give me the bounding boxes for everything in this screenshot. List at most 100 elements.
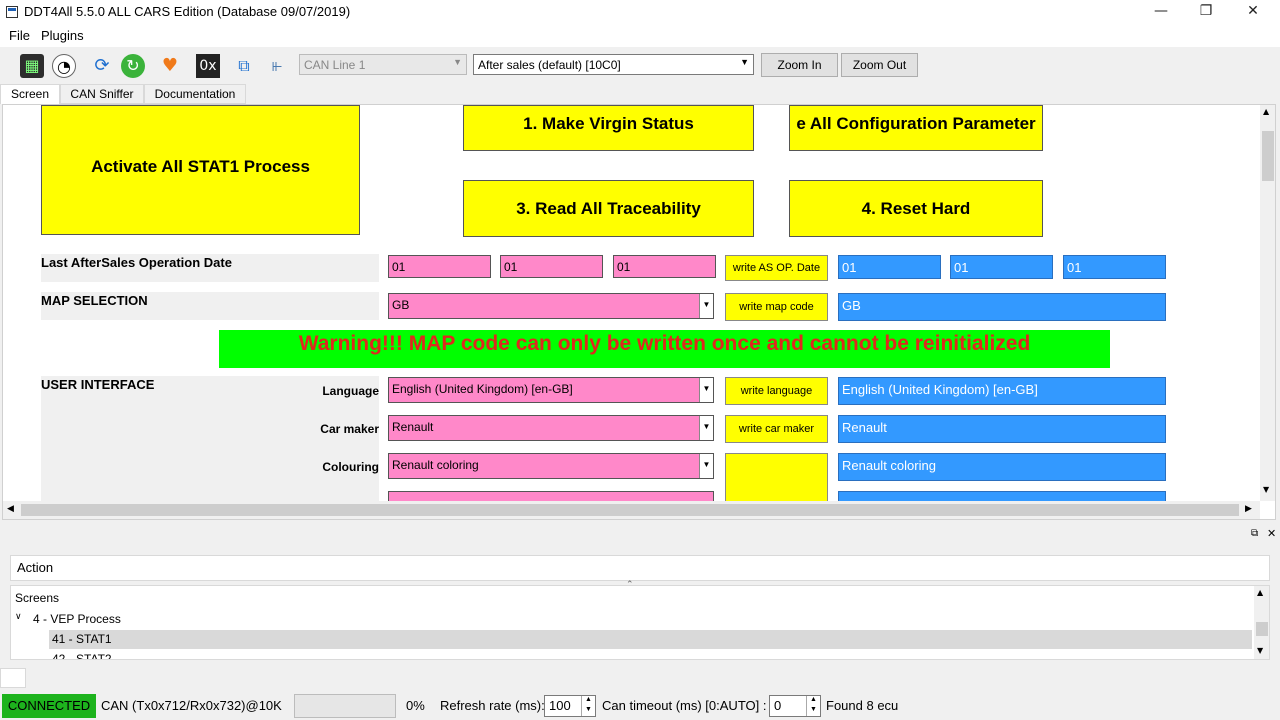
date-input-month[interactable]: 01	[500, 255, 603, 278]
date-input-year[interactable]: 01	[613, 255, 716, 278]
scroll-left-icon[interactable]: ◀	[7, 504, 14, 514]
app-icon	[6, 6, 18, 18]
scroll-up-icon[interactable]: ▲	[1263, 107, 1269, 116]
car-maker-label: Car maker	[320, 422, 379, 436]
write-colouring-button[interactable]	[725, 453, 828, 503]
dashboard-icon[interactable]: ◔	[52, 54, 76, 78]
session-select[interactable]: After sales (default) [10C0] ▼	[473, 54, 754, 75]
write-car-maker-button[interactable]: write car maker	[725, 415, 828, 443]
colouring-select-value: Renault coloring	[392, 458, 479, 472]
car-maker-display: Renault	[838, 415, 1166, 443]
make-virgin-button[interactable]: 1. Make Virgin Status	[463, 105, 754, 151]
can-timeout-label: Can timeout (ms) [0:AUTO] :	[602, 698, 767, 713]
refresh-rate-spinbox[interactable]: 100 ▲ ▼	[544, 695, 596, 717]
tab-can-sniffer[interactable]: CAN Sniffer	[60, 84, 144, 104]
can-line-value: CAN Line 1	[304, 58, 366, 72]
connection-status-badge: CONNECTED	[2, 694, 96, 718]
hex-icon[interactable]: 0x	[196, 54, 220, 78]
title-bar: DDT4All 5.5.0 ALL CARS Edition (Database…	[0, 0, 1280, 24]
session-value: After sales (default) [10C0]	[478, 58, 621, 72]
can-info: CAN (Tx0x712/Rx0x732)@10K	[101, 698, 282, 713]
chevron-down-icon: ▼	[699, 416, 713, 440]
spin-down-icon[interactable]: ▼	[806, 706, 820, 716]
colouring-display: Renault coloring	[838, 453, 1166, 481]
refresh-rate-label: Refresh rate (ms):	[440, 698, 545, 713]
refresh-icon[interactable]: ⟳	[90, 54, 114, 78]
tree-group[interactable]: 4 - VEP Process	[33, 612, 121, 626]
tree-item-label: 41 - STAT1	[52, 632, 112, 646]
zoom-in-button[interactable]: Zoom In	[761, 53, 838, 77]
progress-bar	[294, 694, 396, 718]
vertical-scrollbar[interactable]: ▲ ▼	[1260, 105, 1275, 501]
log-input-box[interactable]	[0, 668, 26, 688]
tree-scroll-thumb[interactable]	[1256, 622, 1268, 636]
pipe-icon[interactable]: ⫦	[265, 54, 289, 78]
language-display: English (United Kingdom) [en-GB]	[838, 377, 1166, 405]
colouring-label: Colouring	[322, 460, 379, 474]
dock-close-icon[interactable]: ✕	[1267, 527, 1276, 540]
chevron-down-icon: ▼	[699, 294, 713, 318]
tree-root: Screens	[15, 591, 60, 605]
map-code-value: GB	[392, 298, 410, 312]
write-date-button[interactable]: write AS OP. Date	[725, 255, 828, 281]
network-icon[interactable]: ⧉	[232, 54, 256, 78]
tree-item[interactable]: 42 - STAT2	[52, 652, 112, 659]
vertical-scroll-thumb[interactable]	[1262, 131, 1274, 181]
tab-documentation[interactable]: Documentation	[144, 84, 246, 104]
language-select[interactable]: English (United Kingdom) [en-GB] ▼	[388, 377, 714, 403]
float-icon[interactable]: ⧉	[1251, 528, 1258, 539]
spin-up-icon[interactable]: ▲	[581, 696, 595, 706]
close-button[interactable]: ✕	[1230, 0, 1276, 24]
car-maker-select[interactable]: Renault ▼	[388, 415, 714, 441]
scroll-down-icon[interactable]: ▼	[1263, 485, 1269, 494]
language-select-value: English (United Kingdom) [en-GB]	[392, 382, 573, 396]
sync-icon[interactable]: ↻	[121, 54, 145, 78]
map-selection-label: MAP SELECTION	[41, 292, 379, 320]
date-value-month: 01	[950, 255, 1053, 279]
chevron-down-icon: ▼	[699, 378, 713, 402]
scroll-right-icon[interactable]: ▶	[1245, 504, 1252, 514]
can-line-select[interactable]: CAN Line 1 ▼	[299, 54, 467, 75]
tree-scrollbar[interactable]: ▲ ▼	[1254, 586, 1269, 659]
can-timeout-spinbox[interactable]: 0 ▲ ▼	[769, 695, 821, 717]
maximize-button[interactable]: ❐	[1183, 0, 1229, 24]
chevron-down-icon[interactable]: ∨	[15, 612, 22, 622]
reset-hard-button[interactable]: 4. Reset Hard	[789, 180, 1043, 237]
spin-up-icon[interactable]: ▲	[806, 696, 820, 706]
ecu-found-text: Found 8 ecu	[826, 698, 899, 713]
horizontal-scrollbar[interactable]: ◀ ▶	[3, 501, 1260, 519]
read-traceability-button[interactable]: 3. Read All Traceability	[463, 180, 754, 237]
heart-icon[interactable]: ♥	[158, 54, 182, 78]
write-language-button[interactable]: write language	[725, 377, 828, 405]
horizontal-scroll-thumb[interactable]	[21, 504, 1239, 516]
date-value-day: 01	[838, 255, 941, 279]
tree-item-selected[interactable]: 41 - STAT1	[49, 630, 1252, 649]
tab-screen[interactable]: Screen	[0, 84, 60, 104]
monitor-icon[interactable]: ▦	[20, 54, 44, 78]
window-title: DDT4All 5.5.0 ALL CARS Edition (Database…	[24, 4, 351, 19]
dock-title-bar: ⧉ ✕	[0, 527, 1280, 543]
date-input-day[interactable]: 01	[388, 255, 491, 278]
activate-stat1-button[interactable]: Activate All STAT1 Process	[41, 105, 360, 235]
chevron-down-icon: ▼	[740, 57, 749, 67]
action-panel: Action	[10, 555, 1270, 581]
can-timeout-value: 0	[774, 698, 782, 713]
config-params-button[interactable]: e All Configuration Parameter	[789, 105, 1043, 151]
scroll-down-icon[interactable]: ▼	[1257, 646, 1263, 655]
zoom-out-button[interactable]: Zoom Out	[841, 53, 918, 77]
last-op-label: Last AfterSales Operation Date	[41, 254, 379, 282]
menu-file[interactable]: File	[9, 28, 30, 43]
scroll-up-icon[interactable]: ▲	[1257, 588, 1263, 597]
car-maker-select-value: Renault	[392, 420, 434, 434]
status-bar: CONNECTED CAN (Tx0x712/Rx0x732)@10K 0% R…	[0, 692, 1280, 720]
write-map-button[interactable]: write map code	[725, 293, 828, 321]
colouring-select[interactable]: Renault coloring ▼	[388, 453, 714, 479]
progress-percent: 0%	[406, 698, 425, 713]
action-header: Action	[17, 560, 54, 575]
tab-bar: Screen CAN Sniffer Documentation	[0, 84, 1280, 104]
menu-plugins[interactable]: Plugins	[41, 28, 84, 43]
chevron-down-icon: ▼	[453, 57, 462, 67]
map-code-select[interactable]: GB ▼	[388, 293, 714, 319]
spin-down-icon[interactable]: ▼	[581, 706, 595, 716]
minimize-button[interactable]: —	[1138, 0, 1184, 24]
